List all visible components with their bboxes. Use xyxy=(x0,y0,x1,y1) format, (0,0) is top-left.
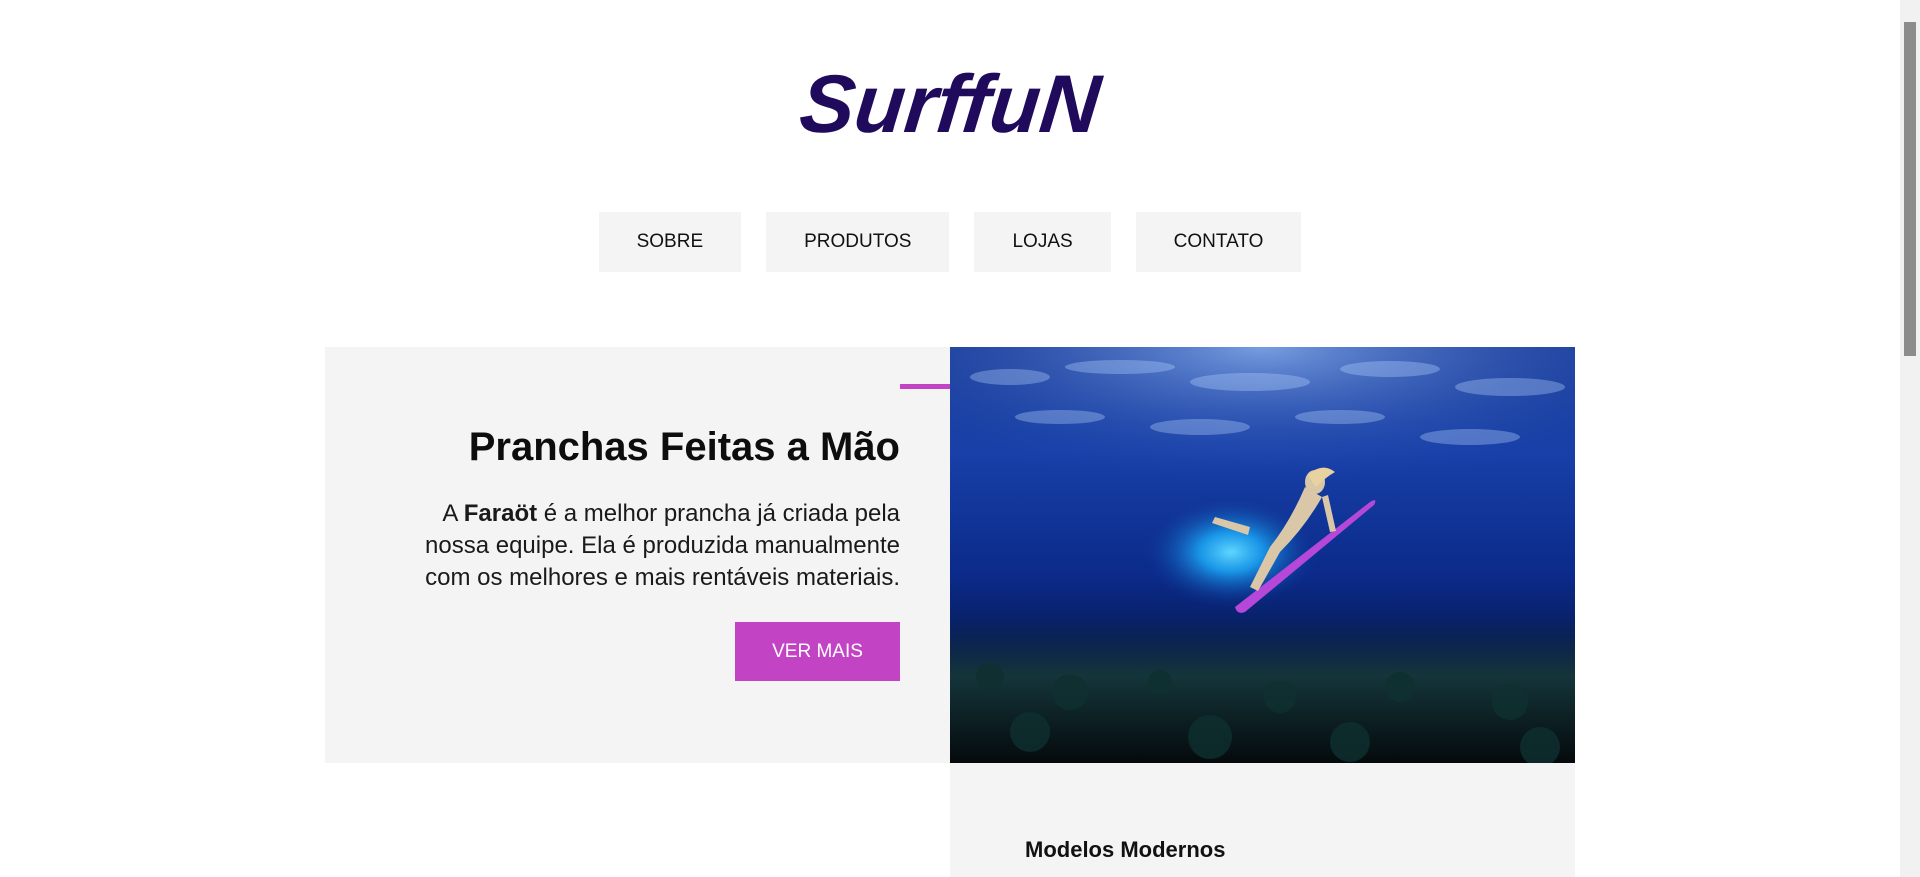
surffun-logo[interactable]: SurffuN xyxy=(0,59,1905,150)
nav-item-produtos[interactable]: PRODUTOS xyxy=(766,212,950,272)
underwater-surfer-image xyxy=(950,347,1575,763)
hero-title: Pranchas Feitas a Mão xyxy=(468,425,900,469)
nav-item-lojas[interactable]: LOJAS xyxy=(974,212,1111,272)
accent-line xyxy=(900,384,950,389)
product-name: Faraöt xyxy=(463,500,538,527)
section-title: Modelos Modernos xyxy=(1025,837,1226,862)
hero-description-prefix: A xyxy=(442,500,464,527)
page: SurffuN SOBRE PRODUTOS LOJAS CONTATO Pra… xyxy=(0,0,1920,877)
ver-mais-button[interactable]: VER MAIS xyxy=(735,622,900,681)
nav-item-contato[interactable]: CONTATO xyxy=(1135,212,1302,272)
nav-item-sobre[interactable]: SOBRE xyxy=(598,212,742,272)
hero-description: A Faraöt é a melhor prancha já criada pe… xyxy=(390,498,900,594)
scrollbar-thumb[interactable] xyxy=(1904,22,1916,356)
main-nav: SOBRE PRODUTOS LOJAS CONTATO xyxy=(0,212,1900,272)
